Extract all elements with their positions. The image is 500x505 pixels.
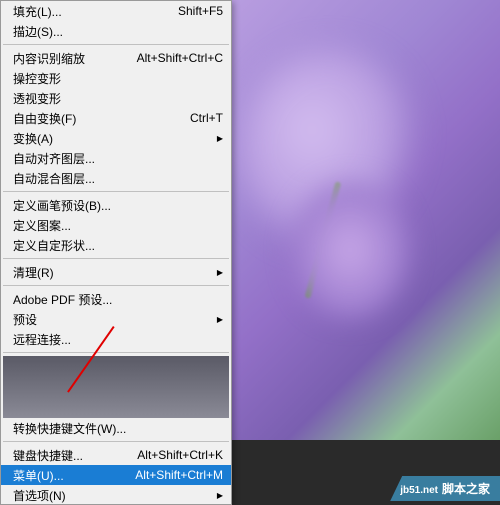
menu-item-auto-blend[interactable]: 自动混合图层... xyxy=(1,168,231,188)
menu-label: 填充(L)... xyxy=(13,3,178,20)
menu-shortcut: Alt+Shift+Ctrl+K xyxy=(137,448,223,462)
menu-shortcut: Alt+Shift+Ctrl+C xyxy=(137,51,223,65)
menu-shortcut: Ctrl+T xyxy=(190,111,223,125)
menu-item-convert-shortcuts[interactable]: 转换快捷键文件(W)... xyxy=(1,418,231,438)
menu-separator xyxy=(3,352,229,353)
menu-label: 清理(R) xyxy=(13,264,213,281)
menu-label: 远程连接... xyxy=(13,331,223,348)
menu-label: 定义画笔预设(B)... xyxy=(13,197,223,214)
menu-label: 透视变形 xyxy=(13,90,223,107)
menu-item-remote[interactable]: 远程连接... xyxy=(1,329,231,349)
menu-label: 自动对齐图层... xyxy=(13,150,223,167)
menu-label: 定义自定形状... xyxy=(13,237,223,254)
menu-item-purge[interactable]: 清理(R) xyxy=(1,262,231,282)
redacted-block xyxy=(3,356,229,418)
flower-stem xyxy=(305,181,342,298)
menu-label: 自由变换(F) xyxy=(13,110,190,127)
menu-separator xyxy=(3,191,229,192)
menu-item-define-pattern[interactable]: 定义图案... xyxy=(1,215,231,235)
menu-item-preferences[interactable]: 首选项(N) xyxy=(1,485,231,505)
menu-label: 首选项(N) xyxy=(13,487,213,504)
menu-item-transform[interactable]: 变换(A) xyxy=(1,128,231,148)
menu-separator xyxy=(3,441,229,442)
menu-shortcut: Alt+Shift+Ctrl+M xyxy=(135,468,223,482)
menu-item-fill[interactable]: 填充(L)...Shift+F5 xyxy=(1,1,231,21)
canvas-image xyxy=(230,0,500,440)
menu-label: 预设 xyxy=(13,311,213,328)
menu-label: 键盘快捷键... xyxy=(13,447,137,464)
menu-item-menus[interactable]: 菜单(U)...Alt+Shift+Ctrl+M xyxy=(1,465,231,485)
menu-item-presets[interactable]: 预设 xyxy=(1,309,231,329)
menu-item-free-transform[interactable]: 自由变换(F)Ctrl+T xyxy=(1,108,231,128)
menu-item-keyboard-shortcuts[interactable]: 键盘快捷键...Alt+Shift+Ctrl+K xyxy=(1,445,231,465)
edit-menu-dropdown: 填充(L)...Shift+F5 描边(S)... 内容识别缩放Alt+Shif… xyxy=(0,0,232,505)
menu-item-content-aware-scale[interactable]: 内容识别缩放Alt+Shift+Ctrl+C xyxy=(1,48,231,68)
menu-label: 自动混合图层... xyxy=(13,170,223,187)
menu-item-stroke[interactable]: 描边(S)... xyxy=(1,21,231,41)
menu-separator xyxy=(3,44,229,45)
menu-item-auto-align[interactable]: 自动对齐图层... xyxy=(1,148,231,168)
menu-label: Adobe PDF 预设... xyxy=(13,291,223,308)
menu-separator xyxy=(3,258,229,259)
menu-item-pdf-presets[interactable]: Adobe PDF 预设... xyxy=(1,289,231,309)
watermark-site: jb51.net xyxy=(400,485,438,496)
menu-item-define-shape[interactable]: 定义自定形状... xyxy=(1,235,231,255)
watermark-brand: 脚本之家 xyxy=(442,482,490,496)
menu-item-puppet-warp[interactable]: 操控变形 xyxy=(1,68,231,88)
menu-shortcut: Shift+F5 xyxy=(178,4,223,18)
menu-item-perspective-warp[interactable]: 透视变形 xyxy=(1,88,231,108)
menu-label: 操控变形 xyxy=(13,70,223,87)
menu-item-define-brush[interactable]: 定义画笔预设(B)... xyxy=(1,195,231,215)
menu-label: 菜单(U)... xyxy=(13,467,135,484)
menu-separator xyxy=(3,285,229,286)
menu-label: 转换快捷键文件(W)... xyxy=(13,420,223,437)
menu-label: 描边(S)... xyxy=(13,23,223,40)
menu-label: 变换(A) xyxy=(13,130,213,147)
menu-label: 定义图案... xyxy=(13,217,223,234)
menu-label: 内容识别缩放 xyxy=(13,50,137,67)
watermark-badge: jb51.net 脚本之家 xyxy=(390,476,500,501)
